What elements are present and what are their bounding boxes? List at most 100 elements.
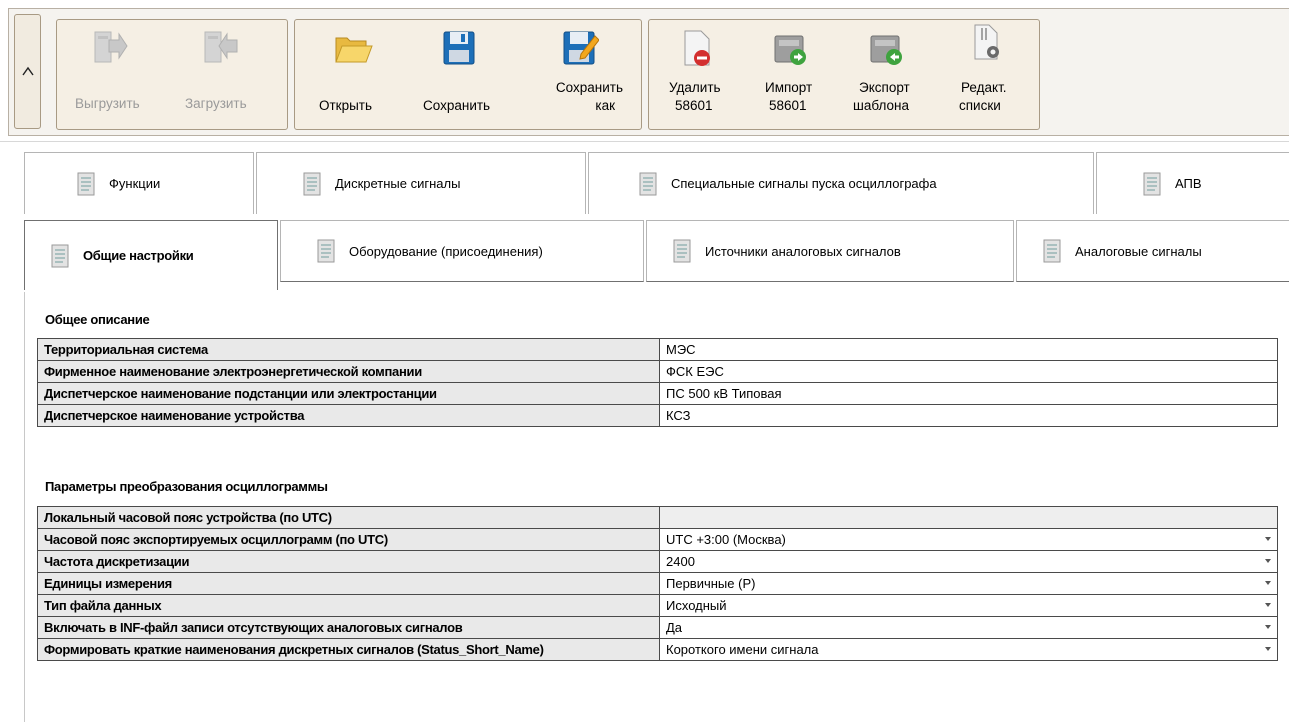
table-row: Единицы измерения Первичные (P): [37, 572, 1278, 595]
collapse-ribbon-button[interactable]: [14, 14, 41, 129]
tab-label: АПВ: [1175, 176, 1202, 191]
dropdown-value: Короткого имени сигнала: [666, 642, 819, 657]
tab-special-signals[interactable]: Специальные сигналы пуска осциллографа: [588, 152, 1094, 214]
dropdown-value: Исходный: [666, 598, 727, 613]
property-dropdown[interactable]: 2400: [659, 550, 1278, 573]
edit-lists-button[interactable]: Редакт. списки: [949, 20, 1029, 129]
property-value[interactable]: ПС 500 кВ Типовая: [659, 382, 1278, 405]
document-icon: [1143, 172, 1161, 195]
document-icon: [1043, 239, 1061, 263]
save-label: Сохранить: [423, 98, 491, 113]
property-name: Формировать краткие наименования дискрет…: [37, 638, 660, 661]
edit-lists-label-2: списки: [959, 98, 1001, 113]
property-name: Тип файла данных: [37, 594, 660, 617]
tab-label: Оборудование (присоединения): [349, 243, 543, 259]
property-value: [659, 506, 1278, 529]
export-label-1: Экспорт: [859, 80, 910, 95]
delete-58601-button[interactable]: Удалить 58601: [657, 20, 737, 129]
import-icon: [771, 28, 811, 68]
conversion-params-table: Локальный часовой пояс устройства (по UT…: [37, 506, 1278, 661]
property-dropdown[interactable]: Первичные (P): [659, 572, 1278, 595]
floppy-disk-icon: [439, 28, 479, 68]
property-name: Диспетчерское наименование подстанции ил…: [37, 382, 660, 405]
tab-label: Источники аналоговых сигналов: [705, 243, 901, 259]
property-name: Частота дискретизации: [37, 550, 660, 573]
download-button[interactable]: Загрузить: [177, 20, 261, 129]
dropdown-value: UTC +3:00 (Москва): [666, 532, 786, 547]
ribbon-group-templates: Удалить 58601 Импорт 58601 Экспорт шабло…: [648, 19, 1040, 130]
chevron-down-icon[interactable]: [1265, 647, 1271, 651]
ribbon-group-transfer: Выгрузить Загрузить: [56, 19, 288, 130]
property-dropdown[interactable]: UTC +3:00 (Москва): [659, 528, 1278, 551]
table-row: Территориальная система МЭС: [37, 338, 1278, 361]
delete-label-2: 58601: [675, 98, 713, 113]
tab-functions[interactable]: Функции: [24, 152, 254, 214]
property-value[interactable]: КСЗ: [659, 404, 1278, 427]
general-description-title: Общее описание: [45, 312, 150, 327]
tab-analog-signals[interactable]: Аналоговые сигналы: [1016, 220, 1289, 282]
open-button[interactable]: Открыть: [309, 20, 391, 129]
chevron-down-icon[interactable]: [1265, 537, 1271, 541]
property-name: Часовой пояс экспортируемых осциллограмм…: [37, 528, 660, 551]
property-name: Включать в INF-файл записи отсутствующих…: [37, 616, 660, 639]
folder-open-icon: [333, 28, 373, 68]
property-value[interactable]: ФСК ЕЭС: [659, 360, 1278, 383]
save-as-button[interactable]: Сохранить как: [529, 20, 629, 129]
conversion-params-title: Параметры преобразования осциллограммы: [45, 479, 328, 494]
upload-button[interactable]: Выгрузить: [67, 20, 151, 129]
table-row: Фирменное наименование электроэнергетиче…: [37, 360, 1278, 383]
chevron-up-icon: [21, 66, 34, 75]
tab-analog-sources[interactable]: Источники аналоговых сигналов: [646, 220, 1014, 282]
document-icon: [639, 172, 657, 195]
import-label-2: 58601: [769, 98, 807, 113]
property-dropdown[interactable]: Да: [659, 616, 1278, 639]
chevron-down-icon[interactable]: [1265, 581, 1271, 585]
delete-label-1: Удалить: [669, 80, 721, 95]
document-icon: [77, 172, 95, 195]
tab-label: Аналоговые сигналы: [1075, 243, 1202, 259]
property-dropdown[interactable]: Исходный: [659, 594, 1278, 617]
property-name: Территориальная система: [37, 338, 660, 361]
property-name: Локальный часовой пояс устройства (по UT…: [37, 506, 660, 529]
property-dropdown[interactable]: Короткого имени сигнала: [659, 638, 1278, 661]
export-template-button[interactable]: Экспорт шаблона: [845, 20, 937, 129]
property-name: Фирменное наименование электроэнергетиче…: [37, 360, 660, 383]
document-icon: [317, 239, 335, 263]
table-row: Включать в INF-файл записи отсутствующих…: [37, 616, 1278, 639]
general-settings-panel: Общее описание Территориальная система М…: [24, 292, 1289, 722]
tab-discrete-signals[interactable]: Дискретные сигналы: [256, 152, 586, 214]
general-description-table: Территориальная система МЭС Фирменное на…: [37, 338, 1278, 427]
table-row: Локальный часовой пояс устройства (по UT…: [37, 506, 1278, 529]
property-value[interactable]: МЭС: [659, 338, 1278, 361]
export-label-2: шаблона: [853, 98, 909, 113]
upload-label: Выгрузить: [75, 96, 140, 111]
tab-label: Функции: [109, 176, 161, 191]
tab-apv[interactable]: АПВ: [1096, 152, 1289, 214]
table-row: Часовой пояс экспортируемых осциллограмм…: [37, 528, 1278, 551]
table-row: Диспетчерское наименование устройства КС…: [37, 404, 1278, 427]
export-template-icon: [867, 28, 907, 68]
tab-general-settings[interactable]: Общие настройки: [24, 220, 278, 290]
import-label-1: Импорт: [765, 80, 813, 95]
import-58601-button[interactable]: Импорт 58601: [751, 20, 831, 129]
ribbon-group-file: Открыть Сохранить Сохранить как: [294, 19, 642, 130]
tab-label: Дискретные сигналы: [335, 176, 461, 191]
table-row: Тип файла данных Исходный: [37, 594, 1278, 617]
save-button[interactable]: Сохранить: [411, 20, 509, 129]
tab-equipment[interactable]: Оборудование (присоединения): [280, 220, 644, 282]
tab-strip: Функции Дискретные сигналы Специальные с…: [0, 142, 1289, 292]
tab-label: Специальные сигналы пуска осциллографа: [671, 176, 937, 191]
ribbon-toolbar: Выгрузить Загрузить Открыть Сохранить Со…: [0, 0, 1289, 142]
chevron-down-icon[interactable]: [1265, 559, 1271, 563]
chevron-down-icon[interactable]: [1265, 625, 1271, 629]
document-icon: [51, 244, 69, 267]
document-icon: [303, 172, 321, 195]
dropdown-value: 2400: [666, 554, 695, 569]
property-name: Единицы измерения: [37, 572, 660, 595]
save-as-label-2: как: [595, 98, 615, 113]
dropdown-value: Да: [666, 620, 683, 635]
edit-lists-icon: [967, 22, 1007, 62]
edit-lists-label-1: Редакт.: [961, 80, 1007, 95]
chevron-down-icon[interactable]: [1265, 603, 1271, 607]
property-name: Диспетчерское наименование устройства: [37, 404, 660, 427]
